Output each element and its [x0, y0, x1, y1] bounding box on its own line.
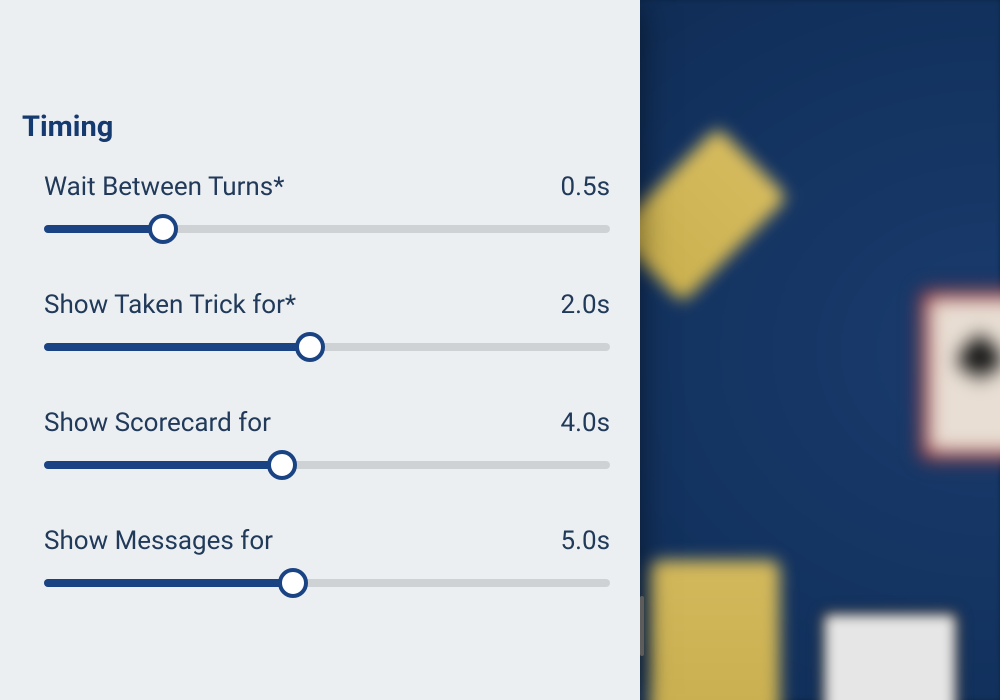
setting-show-taken-trick: Show Taken Trick for* 2.0s: [22, 290, 610, 360]
slider-show-scorecard[interactable]: [44, 450, 610, 478]
slider-fill: [44, 579, 293, 587]
scrollbar-thumb[interactable]: [640, 596, 644, 656]
bg-card-spade: [920, 290, 1000, 460]
setting-value: 4.0s: [561, 408, 611, 438]
setting-show-scorecard: Show Scorecard for 4.0s: [22, 408, 610, 478]
setting-value: 0.5s: [561, 172, 611, 202]
bg-card-white: [820, 610, 960, 700]
slider-thumb[interactable]: [278, 568, 308, 598]
setting-label: Show Taken Trick for*: [44, 290, 296, 320]
slider-thumb[interactable]: [148, 214, 178, 244]
setting-value: 2.0s: [561, 290, 611, 320]
slider-show-messages[interactable]: [44, 568, 610, 596]
slider-thumb[interactable]: [267, 450, 297, 480]
section-title: Timing: [22, 110, 610, 144]
setting-show-messages: Show Messages for 5.0s: [22, 526, 610, 596]
slider-fill: [44, 461, 282, 469]
setting-label: Wait Between Turns*: [44, 172, 284, 202]
slider-fill: [44, 343, 310, 351]
slider-wait-between-turns[interactable]: [44, 214, 610, 242]
slider-show-taken-trick[interactable]: [44, 332, 610, 360]
setting-wait-between-turns: Wait Between Turns* 0.5s: [22, 172, 610, 242]
setting-value: 5.0s: [561, 526, 611, 556]
setting-label: Show Messages for: [44, 526, 273, 556]
app-root: Timing Wait Between Turns* 0.5s Show Tak…: [0, 0, 1000, 700]
bg-card-yellow: [650, 560, 780, 700]
slider-fill: [44, 225, 163, 233]
setting-label: Show Scorecard for: [44, 408, 271, 438]
settings-panel: Timing Wait Between Turns* 0.5s Show Tak…: [0, 0, 640, 700]
slider-thumb[interactable]: [295, 332, 325, 362]
